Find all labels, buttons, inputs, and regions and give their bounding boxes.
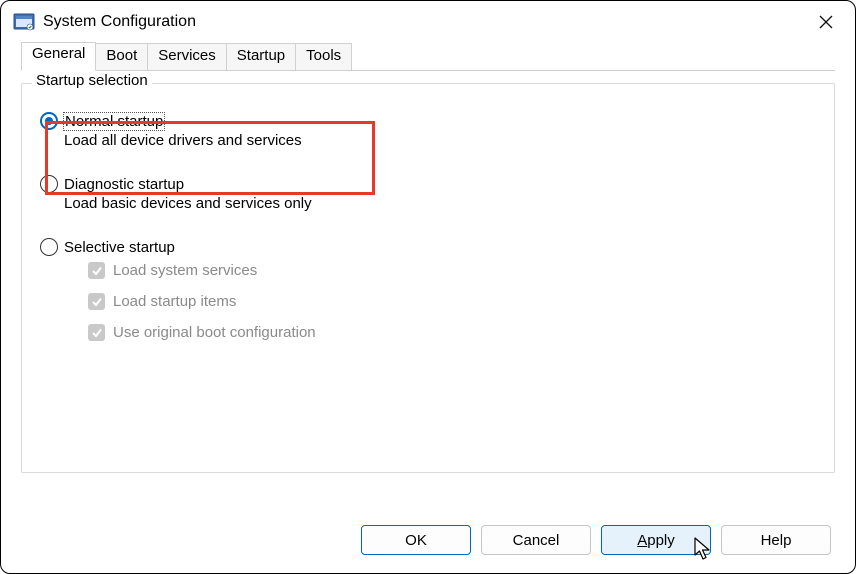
radio-label-diagnostic: Diagnostic startup [64, 176, 184, 193]
checkbox-icon [88, 293, 105, 310]
close-button[interactable] [803, 1, 849, 43]
tab-boot[interactable]: Boot [96, 43, 148, 71]
desc-diagnostic-startup: Load basic devices and services only [64, 195, 816, 212]
close-icon [819, 15, 833, 29]
check-use-original-boot: Use original boot configuration [88, 324, 816, 341]
dialog-buttons: OK Cancel Apply Help [361, 525, 831, 555]
group-label: Startup selection [32, 72, 152, 89]
radio-label-normal: Normal startup [64, 113, 164, 130]
check-label: Use original boot configuration [113, 324, 316, 341]
msconfig-icon [13, 11, 35, 33]
check-label: Load startup items [113, 293, 236, 310]
checkbox-icon [88, 262, 105, 279]
tab-strip: General Boot Services Startup Tools [1, 43, 855, 71]
check-load-system-services: Load system services [88, 262, 816, 279]
check-label: Load system services [113, 262, 257, 279]
check-load-startup-items: Load startup items [88, 293, 816, 310]
selective-startup-suboptions: Load system services Load startup items … [88, 262, 816, 341]
radio-normal-startup[interactable] [40, 112, 58, 130]
checkbox-icon [88, 324, 105, 341]
tab-tools[interactable]: Tools [296, 43, 352, 71]
startup-selection-group: Startup selection Normal startup Load al… [21, 83, 835, 473]
ok-button[interactable]: OK [361, 525, 471, 555]
tab-general[interactable]: General [21, 42, 96, 71]
tab-services[interactable]: Services [148, 43, 227, 71]
title-bar: System Configuration [1, 1, 855, 43]
cancel-button[interactable]: Cancel [481, 525, 591, 555]
option-normal-startup[interactable]: Normal startup Load all device drivers a… [40, 112, 816, 149]
help-button[interactable]: Help [721, 525, 831, 555]
radio-selective-startup[interactable] [40, 238, 58, 256]
apply-button[interactable]: Apply [601, 525, 711, 555]
option-selective-startup[interactable]: Selective startup Load system services L… [40, 238, 816, 341]
tab-panel-general: Startup selection Normal startup Load al… [21, 83, 835, 473]
window-title: System Configuration [43, 13, 196, 31]
option-diagnostic-startup[interactable]: Diagnostic startup Load basic devices an… [40, 175, 816, 212]
tab-startup[interactable]: Startup [227, 43, 296, 71]
radio-label-selective: Selective startup [64, 239, 175, 256]
desc-normal-startup: Load all device drivers and services [64, 132, 816, 149]
radio-diagnostic-startup[interactable] [40, 175, 58, 193]
